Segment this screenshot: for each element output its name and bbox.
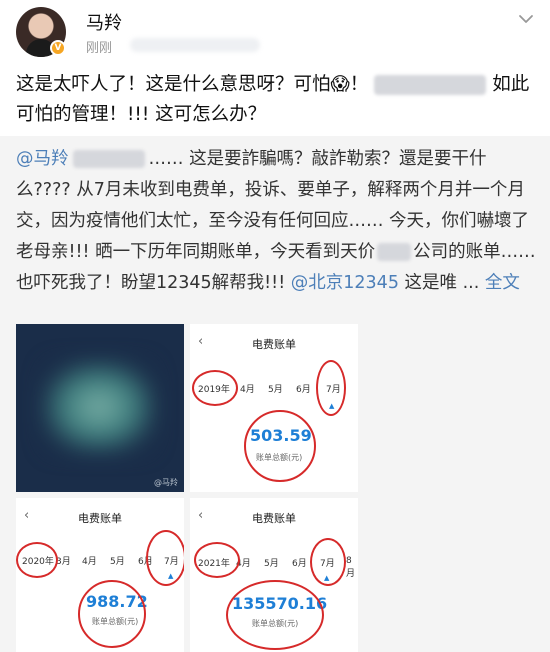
redacted-text xyxy=(72,150,145,168)
red-circle-annotation xyxy=(16,542,58,578)
red-circle-annotation xyxy=(310,538,346,586)
image-thumbnail-2[interactable]: ‹ 电费账单 2019年 4月 5月 6月 7月 ▲ 503.59 账单总额(元… xyxy=(190,324,358,492)
chevron-down-icon[interactable] xyxy=(516,9,536,29)
bill-title: 电费账单 xyxy=(252,512,296,525)
verified-badge-icon: V xyxy=(50,40,66,56)
repost-mention[interactable]: @马羚 xyxy=(16,149,69,169)
post-text-part1: 这是太吓人了！这是什么意思呀？可怕😱！ xyxy=(16,74,369,95)
bill-month: 8月 xyxy=(346,556,356,579)
bill-title: 电费账单 xyxy=(78,512,122,525)
bill-month: 3月 xyxy=(56,557,71,567)
red-circle-annotation xyxy=(316,360,346,416)
repost-card[interactable]: @马羚…… 这是要詐騙嗎？敲詐勒索？還是要干什么???? 从7月未收到电费单，投… xyxy=(0,136,550,652)
image-watermark: @马羚 xyxy=(154,478,178,487)
redacted-source xyxy=(130,38,260,52)
bill-month: 6月 xyxy=(292,559,307,569)
red-circle-annotation xyxy=(78,580,146,648)
bill-month: 5月 xyxy=(264,559,279,569)
bill-month: 5月 xyxy=(268,385,283,395)
red-circle-annotation xyxy=(192,370,238,406)
post-text: 这是太吓人了！这是什么意思呀？可怕😱！ 如此可怕的管理！!!! 这可怎么办？ xyxy=(16,70,536,130)
red-circle-annotation xyxy=(194,542,240,578)
bill-month: 5月 xyxy=(110,557,125,567)
expand-link[interactable]: 全文 xyxy=(485,273,520,293)
blurred-photo xyxy=(44,362,154,452)
repost-text-3: 这是唯 ... xyxy=(398,273,485,293)
bill-month: 4月 xyxy=(240,385,255,395)
redacted-text xyxy=(377,243,412,261)
image-thumbnail-1[interactable]: @马羚 xyxy=(16,324,184,492)
red-circle-annotation xyxy=(244,410,316,482)
post-header: V 马羚 刚刚 xyxy=(0,0,550,64)
bill-month: 6月 xyxy=(296,385,311,395)
image-thumbnail-3[interactable]: ‹ 电费账单 2020年 3月 4月 5月 6月 7月 ▲ 988.72 账单总… xyxy=(16,498,184,652)
repost-mention-2[interactable]: @北京12345 xyxy=(291,273,399,293)
username[interactable]: 马羚 xyxy=(86,9,122,35)
red-circle-annotation xyxy=(226,580,324,650)
post-timestamp: 刚刚 xyxy=(86,41,113,56)
bill-title: 电费账单 xyxy=(252,338,296,351)
repost-text: @马羚…… 这是要詐騙嗎？敲詐勒索？還是要干什么???? 从7月未收到电费单，投… xyxy=(16,144,536,299)
redacted-text xyxy=(374,75,487,95)
red-circle-annotation xyxy=(146,530,184,586)
bill-month: 4月 xyxy=(82,557,97,567)
image-thumbnail-4[interactable]: ‹ 电费账单 2021年 4月 5月 6月 7月 8月 ▲ 135570.16 … xyxy=(190,498,358,652)
